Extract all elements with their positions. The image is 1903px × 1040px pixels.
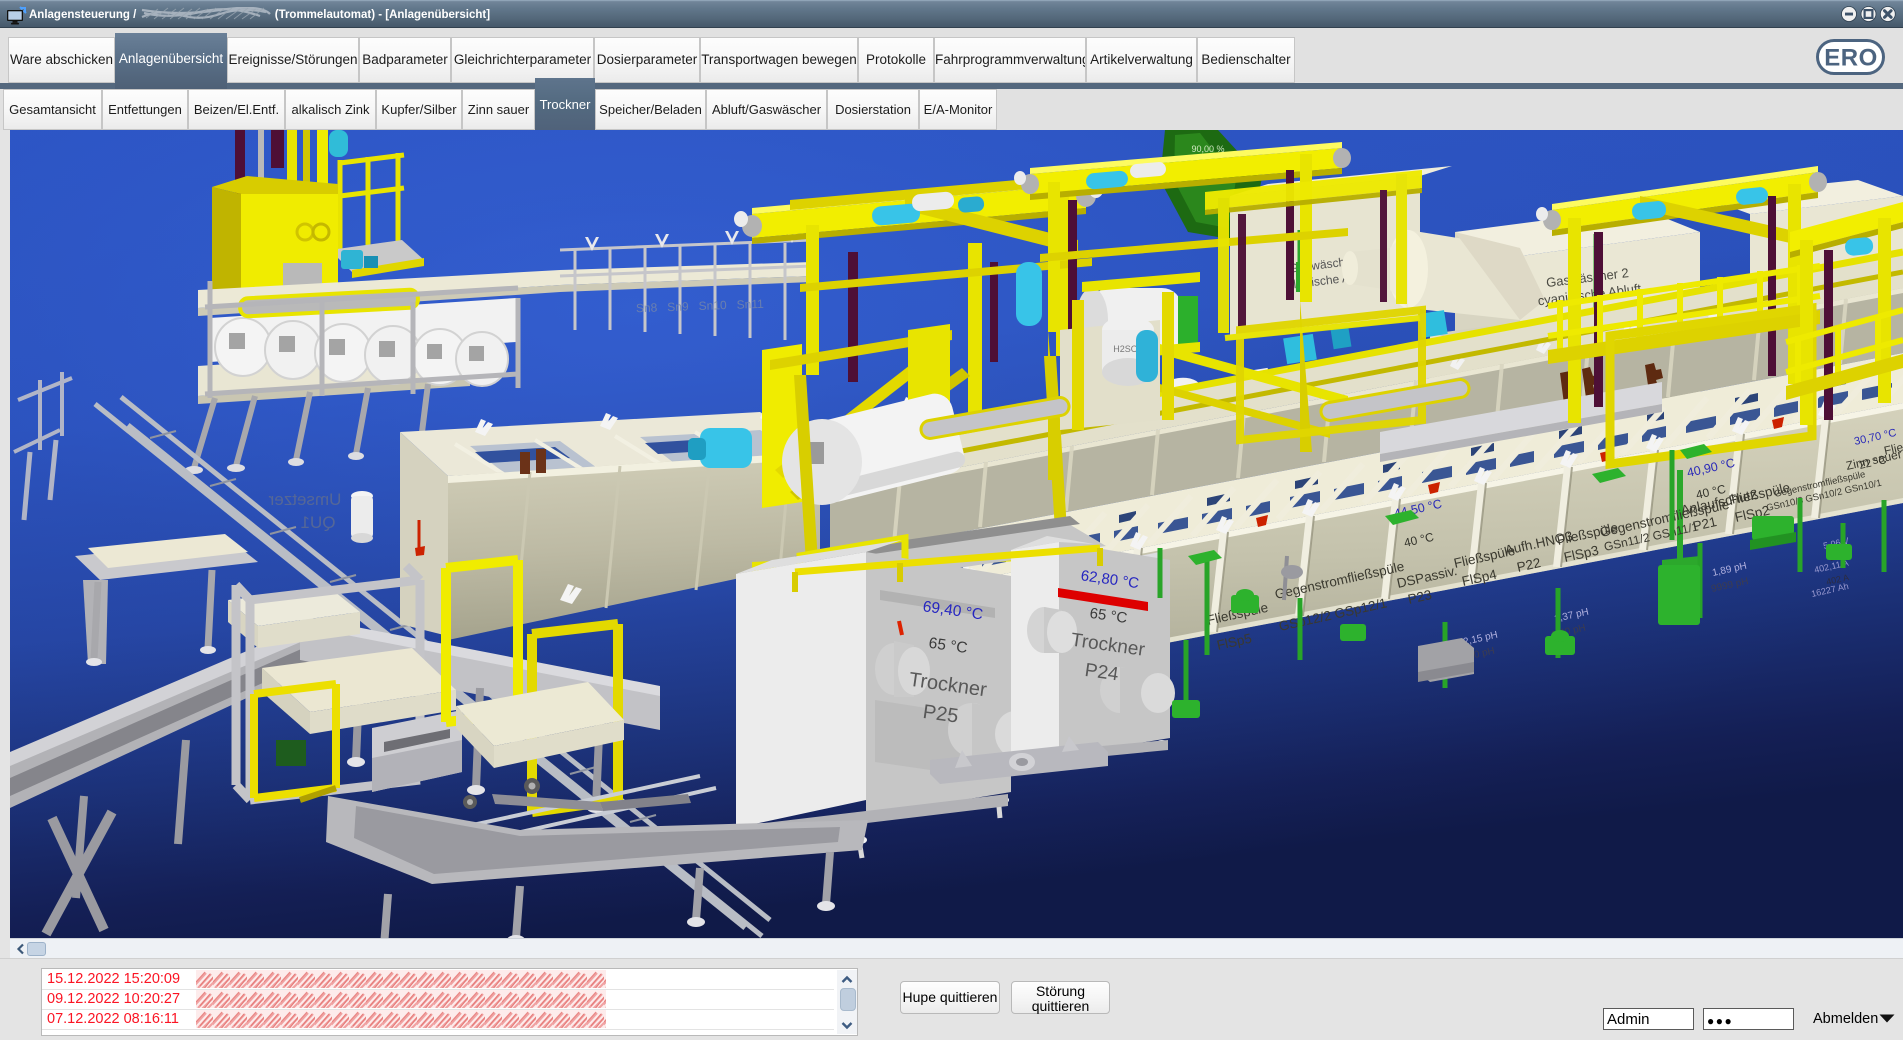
svg-text:ERO: ERO (1824, 45, 1878, 72)
svg-text:QU1: QU1 (301, 513, 336, 532)
svg-text:Umsetzer: Umsetzer (268, 490, 341, 509)
